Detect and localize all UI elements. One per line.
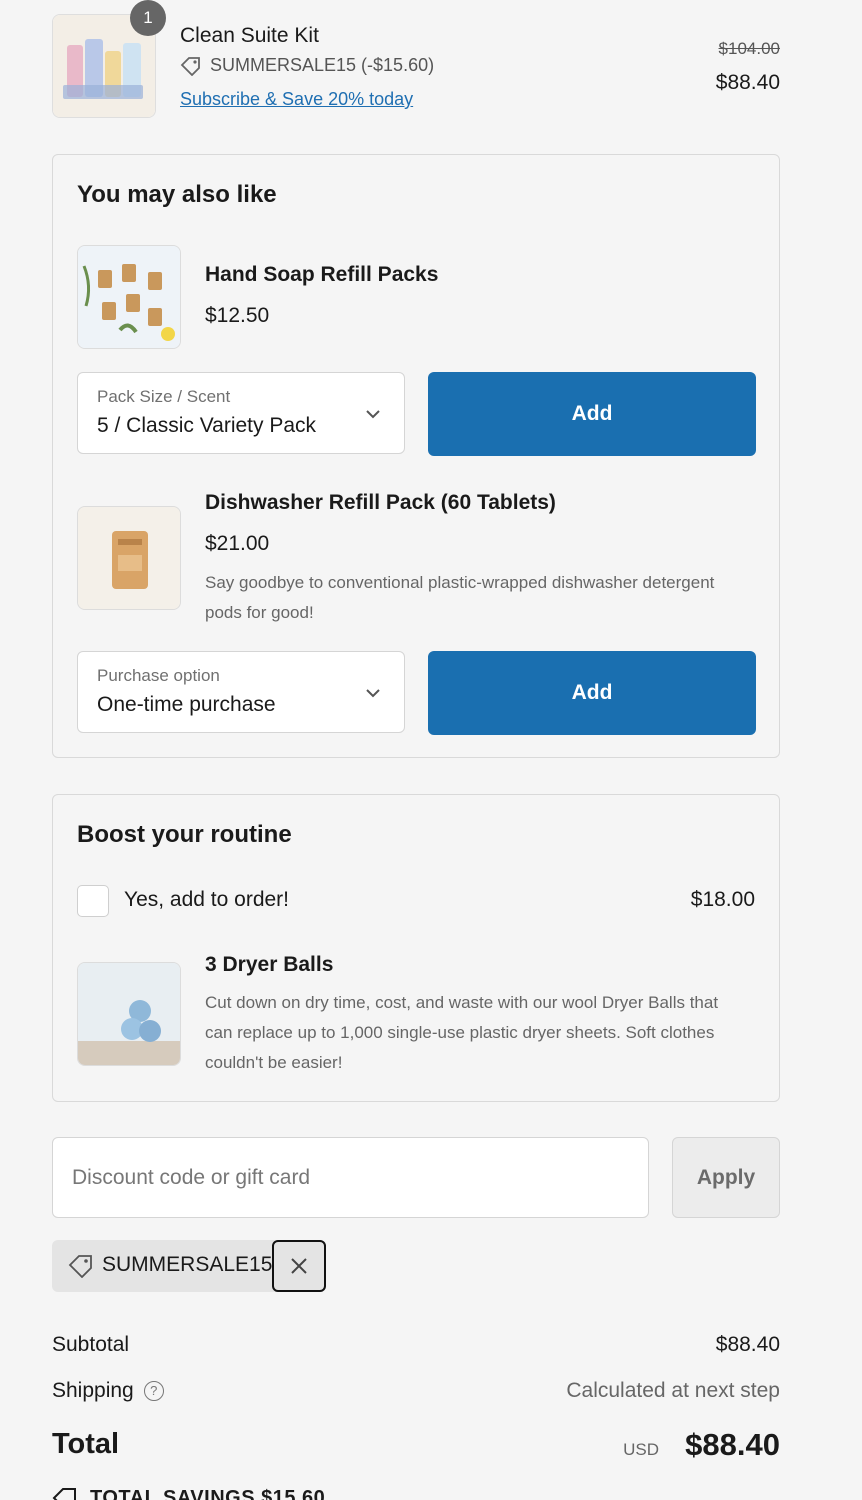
total-savings-text: TOTAL SAVINGS $15.60	[90, 1487, 326, 1500]
subscribe-save-link[interactable]: Subscribe & Save 20% today	[180, 89, 413, 110]
line-item-discount-text: SUMMERSALE15 (-$15.60)	[210, 55, 435, 75]
shipping-label: Shipping	[52, 1379, 134, 1402]
dishwasher-pack-price: $21.00	[205, 532, 270, 555]
discount-code-input[interactable]	[52, 1137, 649, 1218]
purchase-option-select[interactable]: Purchase option One-time purchase	[77, 651, 405, 733]
pack-size-select[interactable]: Pack Size / Scent 5 / Classic Variety Pa…	[77, 372, 405, 454]
upsell-card: You may also like Hand Soap Refill Packs…	[52, 154, 780, 758]
purchase-option-select-value: One-time purchase	[97, 693, 276, 716]
hand-soap-name: Hand Soap Refill Packs	[205, 263, 439, 286]
boost-price: $18.00	[690, 888, 755, 911]
add-hand-soap-button[interactable]: Add	[428, 372, 756, 456]
add-to-order-checkbox[interactable]	[77, 885, 109, 917]
shipping-value: Calculated at next step	[566, 1379, 780, 1402]
product-thumbnail: 1	[52, 0, 166, 118]
tag-icon	[180, 56, 200, 76]
dishwasher-pack-image	[77, 506, 181, 610]
tag-icon	[68, 1255, 92, 1278]
upsell-title: You may also like	[77, 181, 277, 208]
dishwasher-pack-name: Dishwasher Refill Pack (60 Tablets)	[205, 491, 556, 514]
remove-discount-button[interactable]	[272, 1240, 326, 1292]
shipping-row: Shipping?	[52, 1379, 164, 1403]
chevron-down-icon	[366, 689, 380, 698]
chevron-down-icon	[366, 410, 380, 419]
total-label: Total	[52, 1428, 120, 1460]
close-icon	[291, 1258, 307, 1274]
dryer-balls-description: Cut down on dry time, cost, and waste wi…	[205, 993, 719, 1072]
cart-line-item: 1 Clean Suite Kit SUMMERSALE15 (-$15.60)…	[52, 0, 780, 118]
hand-soap-image	[77, 245, 181, 349]
dryer-balls-name: 3 Dryer Balls	[205, 953, 334, 976]
line-item-discount: SUMMERSALE15 (-$15.60)	[180, 55, 434, 76]
subtotal-value: $88.40	[715, 1333, 780, 1356]
total-currency: USD	[623, 1440, 659, 1459]
applied-discount-code: SUMMERSALE15	[102, 1253, 273, 1276]
line-item-price: $88.40	[715, 71, 780, 94]
tag-icon	[52, 1488, 76, 1500]
add-to-order-label[interactable]: Yes, add to order!	[124, 888, 289, 912]
add-dishwasher-pack-button[interactable]: Add	[428, 651, 756, 735]
subtotal-label: Subtotal	[52, 1333, 130, 1356]
quantity-badge: 1	[130, 0, 166, 36]
total-value: $88.40	[685, 1427, 780, 1462]
dishwasher-pack-description: Say goodbye to conventional plastic-wrap…	[205, 573, 715, 622]
hand-soap-price: $12.50	[205, 304, 270, 327]
dryer-balls-image	[77, 962, 181, 1066]
checkout-order-summary: 1 Clean Suite Kit SUMMERSALE15 (-$15.60)…	[0, 0, 862, 1500]
purchase-option-select-label: Purchase option	[97, 666, 220, 685]
applied-discount-tag: SUMMERSALE15	[52, 1240, 326, 1292]
help-icon[interactable]: ?	[143, 1380, 164, 1401]
apply-discount-button[interactable]: Apply	[672, 1137, 780, 1218]
pack-size-select-value: 5 / Classic Variety Pack	[97, 414, 317, 437]
total-savings: TOTAL SAVINGS $15.60	[52, 1487, 325, 1500]
line-item-compare-price: $104.00	[718, 39, 780, 58]
pack-size-select-label: Pack Size / Scent	[97, 387, 231, 406]
boost-card: Boost your routine Yes, add to order! $1…	[52, 794, 780, 1102]
line-item-title: Clean Suite Kit	[180, 24, 319, 47]
boost-title: Boost your routine	[77, 821, 292, 848]
